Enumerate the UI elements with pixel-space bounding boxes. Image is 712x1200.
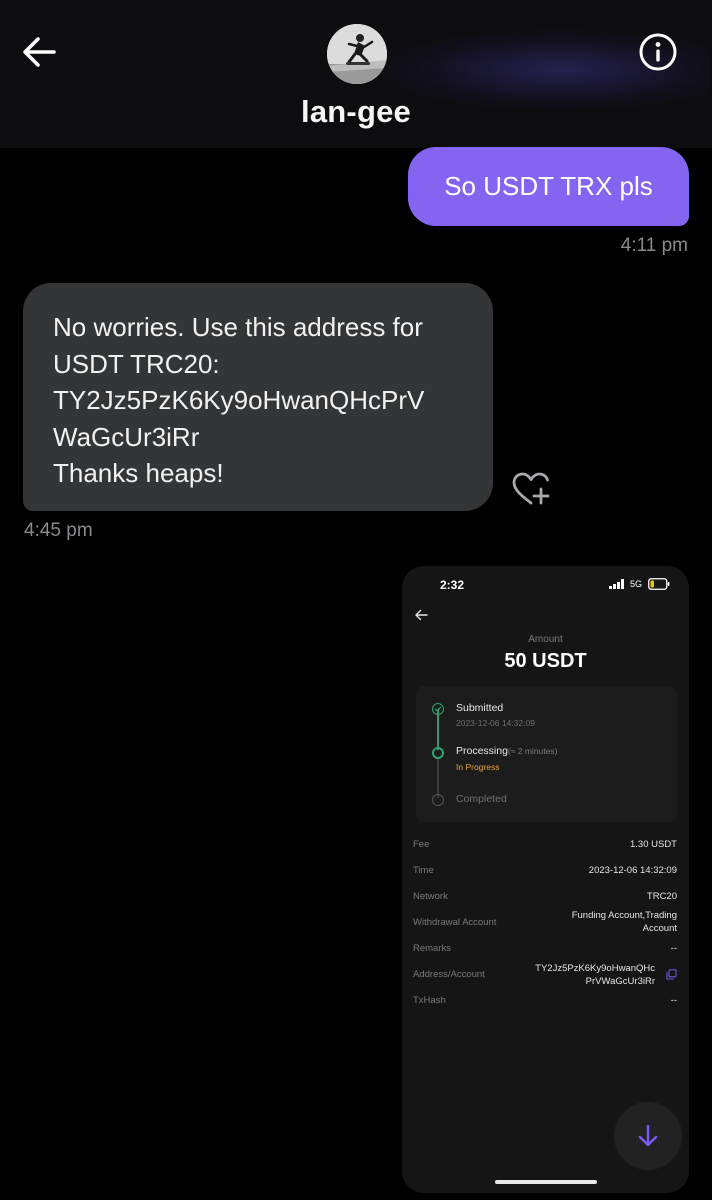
incoming-message-bubble[interactable]: No worries. Use this address for USDT TR…: [23, 283, 493, 511]
message-line: USDT TRC20:: [53, 348, 220, 379]
detail-label: TxHash: [413, 995, 446, 1006]
message-timestamp: 4:45 pm: [24, 520, 93, 541]
status-timeline: Submitted 2023-12-06 14:32:09 Processing…: [416, 686, 677, 822]
detail-label: Address/Account: [413, 969, 485, 980]
battery-icon: [648, 578, 670, 590]
detail-value-line: TY2Jz5PzK6Ky9oHwanQHc: [535, 963, 655, 974]
detail-value-line: Account: [642, 922, 677, 934]
arrow-down-icon: [638, 1124, 658, 1147]
step-timestamp: 2023-12-06 14:32:09: [456, 718, 535, 728]
back-button[interactable]: [18, 30, 62, 74]
pending-step-icon: [432, 794, 444, 806]
amount-label: Amount: [528, 634, 563, 645]
timeline-connector: [437, 758, 439, 798]
back-arrow-icon: [415, 609, 428, 621]
outgoing-message-bubble[interactable]: So USDT TRX pls: [408, 147, 689, 226]
step-title: Submitted: [456, 702, 504, 714]
detail-label: Fee: [413, 839, 430, 850]
info-icon: [639, 33, 677, 71]
detail-value: --: [670, 995, 677, 1006]
back-arrow-icon: [23, 37, 56, 67]
step-title: Completed: [456, 793, 507, 805]
detail-value: TRC20: [646, 891, 677, 902]
info-button[interactable]: [636, 30, 680, 74]
react-button[interactable]: [510, 470, 554, 510]
detail-label: Network: [413, 891, 448, 902]
detail-value: Funding Account,Trading Account: [572, 910, 677, 935]
detail-value-line: Funding Account,Trading: [571, 910, 677, 921]
network-type: 5G: [630, 579, 643, 589]
chat-header: lan-gee: [0, 0, 712, 148]
step-eta: (≈ 2 minutes): [507, 746, 558, 756]
amount-value: 50 USDT: [504, 650, 587, 672]
image-attachment[interactable]: 2:32 5G Amount 50 USDT Submitted 2023-12…: [402, 566, 689, 1193]
detail-value: TY2Jz5PzK6Ky9oHwanQHc PrVWaGcUr3iRr: [535, 963, 655, 988]
detail-value-line: PrVWaGcUr3iRr: [585, 975, 655, 987]
copy-icon[interactable]: [666, 969, 677, 980]
status-bar-time: 2:32: [440, 578, 465, 592]
step-status: In Progress: [456, 762, 500, 772]
detail-value: --: [670, 943, 677, 954]
scroll-down-button[interactable]: [614, 1102, 682, 1170]
detail-label: Withdrawal Account: [413, 917, 497, 928]
active-step-icon: [432, 747, 444, 759]
heart-plus-icon: [512, 472, 550, 505]
message-timestamp: 4:11 pm: [620, 235, 688, 256]
detail-label: Remarks: [413, 943, 452, 954]
signal-icon: [609, 579, 624, 589]
message-line: WaGcUr3iRr: [53, 421, 200, 452]
detail-value: 1.30 USDT: [630, 839, 677, 850]
contact-name[interactable]: lan-gee: [0, 94, 712, 130]
message-line: Thanks heaps!: [53, 458, 224, 488]
step-title-text: Processing: [456, 745, 508, 757]
home-indicator: [495, 1180, 597, 1184]
avatar[interactable]: [327, 24, 387, 84]
step-title: Processing(≈ 2 minutes): [456, 745, 558, 757]
check-circle-icon: [432, 703, 444, 715]
timeline-connector: [437, 710, 439, 750]
message-line: TY2Jz5PzK6Ky9oHwanQHcPrV: [53, 385, 425, 415]
detail-value: 2023-12-06 14:32:09: [588, 865, 677, 876]
message-line: No worries. Use this address for: [53, 312, 423, 342]
detail-label: Time: [413, 865, 434, 876]
